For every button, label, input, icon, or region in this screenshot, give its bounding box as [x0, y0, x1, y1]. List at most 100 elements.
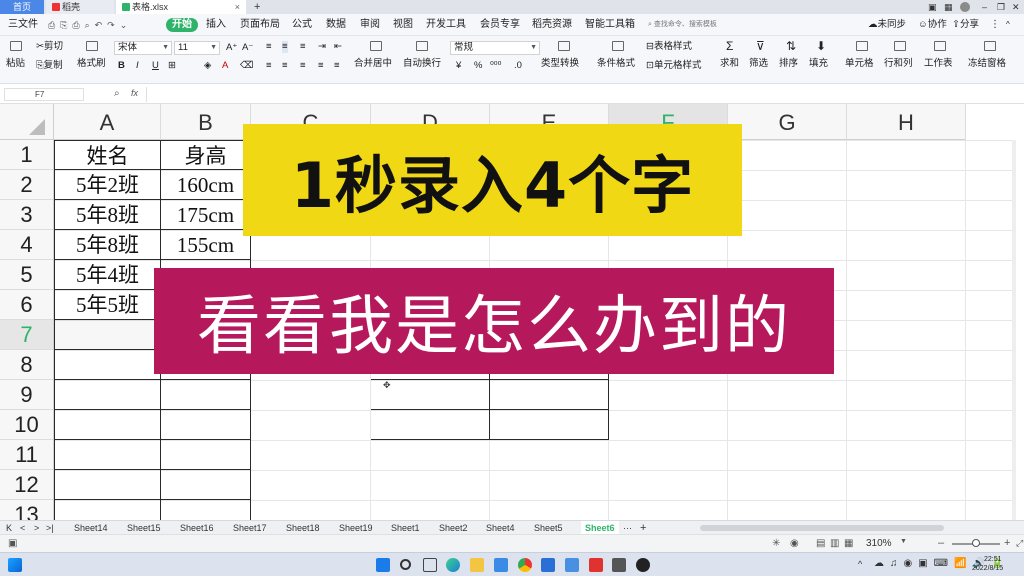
tray-chevron-icon[interactable]: ^ [858, 559, 862, 569]
minimize-button[interactable]: – [982, 0, 987, 14]
sheet-tab-sheet1[interactable]: Sheet1 [391, 521, 420, 535]
formula-input[interactable] [146, 87, 1020, 102]
menu-docer[interactable]: 稻壳资源 [532, 18, 572, 32]
sheet-tab-sheet4[interactable]: Sheet4 [486, 521, 515, 535]
fullscreen-icon[interactable]: ⤢ [1016, 538, 1023, 549]
type-convert-button[interactable]: 类型转换 [541, 58, 579, 70]
sheet-tab-sheet14[interactable]: Sheet14 [74, 521, 108, 535]
eye-protect-icon[interactable]: ◉ [790, 538, 799, 549]
more-icon[interactable]: ⋮ [990, 18, 1000, 32]
currency-icon[interactable]: ¥ [456, 60, 461, 72]
wrap-text-button[interactable]: 自动换行 [403, 58, 441, 70]
command-search[interactable]: ⌕ 查找命令、搜索模板 [648, 18, 717, 32]
cell-b9[interactable] [161, 380, 251, 410]
explorer-icon[interactable] [470, 558, 484, 572]
sheet-tab-sheet19[interactable]: Sheet19 [339, 521, 373, 535]
sheet-tab-sheet18[interactable]: Sheet18 [286, 521, 320, 535]
mail-icon[interactable] [565, 558, 579, 572]
font-size-select[interactable]: 11 ▼ [174, 41, 220, 55]
percent-icon[interactable]: % [474, 60, 482, 72]
font-shrink-icon[interactable]: A⁻ [242, 42, 253, 54]
align-bottom-icon[interactable]: ≡ [300, 41, 306, 53]
cell-a1[interactable]: 姓名 [54, 140, 161, 170]
horizontal-scrollbar[interactable] [700, 525, 944, 531]
menu-file[interactable]: 三文件 [8, 18, 38, 32]
menu-start[interactable]: 开始 [166, 18, 198, 32]
filter-button[interactable]: 筛选 [749, 58, 768, 70]
tab-workbook[interactable]: 表格.xlsx × [116, 0, 246, 14]
macro-icon[interactable]: ▣ [8, 538, 17, 549]
row-header-11[interactable]: 11 [0, 440, 54, 470]
tab-docer[interactable]: 稻壳 [46, 0, 114, 14]
prev-sheet-icon[interactable]: < [20, 521, 25, 535]
menu-developer[interactable]: 开发工具 [426, 18, 466, 32]
app-icon[interactable] [541, 558, 555, 572]
align-top-icon[interactable]: ≡ [266, 41, 272, 53]
cell-a3[interactable]: 5年8班 [54, 200, 161, 230]
sheet-tab-sheet16[interactable]: Sheet16 [180, 521, 214, 535]
cell-a5[interactable]: 5年4班 [54, 260, 161, 290]
row-header-7[interactable]: 7 [0, 320, 54, 350]
freeze-panes-button[interactable]: 冻结窗格 [968, 58, 1006, 70]
wps-icon[interactable] [589, 558, 603, 572]
thousands-icon[interactable]: ⁰⁰⁰ [490, 60, 501, 72]
collab-button[interactable]: ☺协作 [918, 18, 947, 32]
restore-button[interactable]: ❐ [997, 0, 1005, 14]
align-middle-icon[interactable]: ≡ [282, 41, 288, 53]
cell-b10[interactable] [161, 410, 251, 440]
zoom-level[interactable]: 310% [866, 538, 892, 549]
clock-date[interactable]: 2022/8/15 [972, 565, 1003, 572]
cell-a13[interactable] [54, 500, 161, 520]
sync-status[interactable]: ☁未同步 [868, 18, 906, 32]
row-header-13[interactable]: 13 [0, 500, 54, 520]
windows-logo-icon[interactable] [376, 558, 390, 572]
column-header-g[interactable]: G [728, 104, 847, 140]
row-header-6[interactable]: 6 [0, 290, 54, 320]
search-icon[interactable] [400, 559, 411, 570]
menu-member[interactable]: 会员专享 [480, 18, 520, 32]
camera-icon[interactable] [636, 558, 650, 572]
cell-a11[interactable] [54, 440, 161, 470]
row-header-8[interactable]: 8 [0, 350, 54, 380]
cell-e10[interactable] [490, 410, 609, 440]
cell-d10[interactable] [371, 410, 490, 440]
collapse-ribbon-icon[interactable]: ^ [1006, 18, 1010, 32]
font-grow-icon[interactable]: A⁺ [226, 42, 237, 54]
cell-b2[interactable]: 160cm [161, 170, 251, 200]
normal-view-icon[interactable]: ▤ [816, 538, 825, 549]
fill-button[interactable]: 填充 [809, 58, 828, 70]
menu-review[interactable]: 审阅 [360, 18, 380, 32]
distribute-icon[interactable]: ≡ [334, 60, 340, 72]
cell-a8[interactable] [54, 350, 161, 380]
close-button[interactable]: ✕ [1012, 0, 1020, 14]
menu-data[interactable]: 数据 [326, 18, 346, 32]
sheet-tab-sheet2[interactable]: Sheet2 [439, 521, 468, 535]
font-name-select[interactable]: 宋体 ▼ [114, 41, 172, 55]
cell-a9[interactable] [54, 380, 161, 410]
align-left-icon[interactable]: ≡ [266, 60, 272, 72]
column-header-h[interactable]: H [847, 104, 966, 140]
share-button[interactable]: ⇪分享 [952, 18, 979, 32]
new-tab-button[interactable]: + [254, 0, 260, 14]
cell-b3[interactable]: 175cm [161, 200, 251, 230]
menu-insert[interactable]: 插入 [206, 18, 226, 32]
clock-time[interactable]: 22:51 [984, 556, 1002, 563]
layout-icon[interactable]: ▣ [928, 0, 937, 14]
first-sheet-icon[interactable]: K [6, 521, 12, 535]
border-icon[interactable]: ⊞ [168, 60, 176, 72]
cell-a12[interactable] [54, 470, 161, 500]
task-view-icon[interactable] [423, 558, 437, 572]
sheet-tab-sheet15[interactable]: Sheet15 [127, 521, 161, 535]
copy-button[interactable]: ⎘复制 [36, 60, 63, 72]
table-style-button[interactable]: ⊟表格样式 [646, 41, 692, 53]
cell-a4[interactable]: 5年8班 [54, 230, 161, 260]
zoom-slider-handle[interactable] [972, 539, 980, 547]
tab-home[interactable]: 首页 [0, 0, 44, 14]
store-icon[interactable] [494, 558, 508, 572]
cut-button[interactable]: ✂剪切 [36, 41, 63, 53]
cell-b4[interactable]: 155cm [161, 230, 251, 260]
menu-formulas[interactable]: 公式 [292, 18, 312, 32]
cell-a2[interactable]: 5年2班 [54, 170, 161, 200]
zoom-dropdown-icon[interactable]: ▼ [900, 538, 907, 545]
fill-color-icon[interactable]: ◈ [204, 60, 211, 72]
